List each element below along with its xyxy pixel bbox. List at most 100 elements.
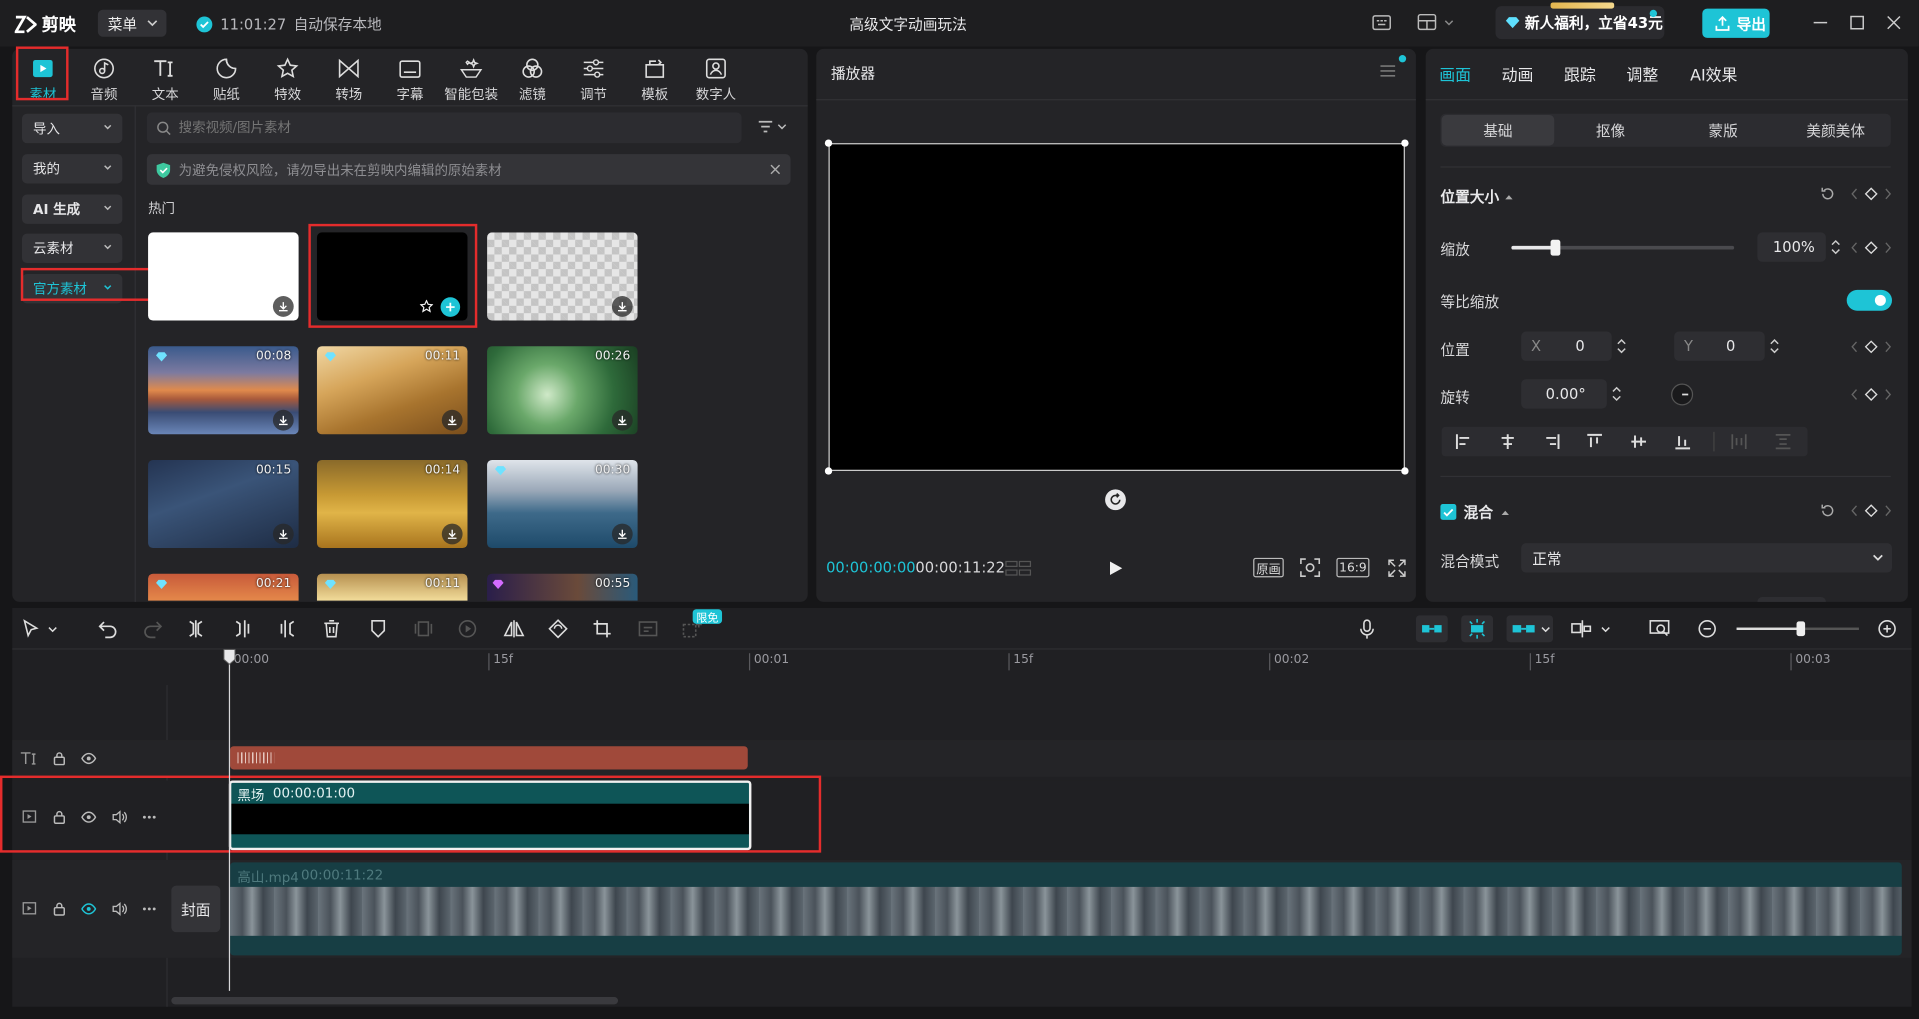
rotate-clip-icon[interactable] [547, 618, 569, 640]
trim-right-icon[interactable] [279, 618, 296, 640]
thumbnail-white[interactable] [148, 232, 299, 321]
timeline-scrollbar[interactable] [171, 996, 619, 1005]
keyframe-nav-icon[interactable] [1850, 241, 1892, 255]
sidebar-item-cloud[interactable]: 云素材 [22, 233, 123, 264]
align-center-v-icon[interactable] [1630, 433, 1647, 450]
reverse-play-icon[interactable] [458, 618, 478, 640]
thumbnail-transparent[interactable] [487, 232, 638, 321]
fit-screen-icon[interactable] [1300, 558, 1321, 578]
trim-left-icon[interactable] [234, 618, 251, 640]
main-track-magnet-button[interactable] [1415, 615, 1448, 643]
thumbnail-earth[interactable]: 00:55 [487, 573, 638, 601]
play-icon[interactable] [1109, 560, 1124, 576]
download-icon[interactable] [611, 296, 633, 317]
thumbnail-autumn[interactable]: 00:14 [316, 459, 468, 549]
frame-grid-icon[interactable] [1005, 560, 1032, 576]
download-icon[interactable] [611, 523, 633, 545]
lock-icon[interactable] [53, 902, 66, 917]
tool-effects[interactable]: 特效 [261, 51, 315, 105]
uniform-scale-toggle[interactable] [1846, 289, 1892, 311]
align-left-icon[interactable] [1455, 433, 1472, 450]
download-icon[interactable] [611, 409, 633, 431]
tab-adjust[interactable]: 调整 [1626, 62, 1658, 85]
playhead[interactable] [228, 649, 231, 991]
thumbnail-dusk[interactable]: 00:21 [148, 573, 299, 601]
close-icon[interactable] [1886, 15, 1902, 31]
tool-subtitle[interactable]: 字幕 [383, 51, 437, 105]
position-y-input[interactable]: Y 0 [1674, 331, 1765, 361]
thumbnail-black[interactable] [316, 232, 468, 321]
eye-icon[interactable] [81, 811, 97, 823]
maximize-icon[interactable] [1849, 15, 1865, 31]
tool-digital-human[interactable]: 数字人 [689, 51, 743, 105]
delete-icon[interactable] [323, 618, 340, 640]
thumbnail-forest[interactable]: 00:26 [487, 346, 638, 435]
add-icon[interactable] [440, 297, 461, 317]
rotate-icon[interactable] [1105, 489, 1126, 511]
reset-icon[interactable] [1820, 186, 1836, 202]
thumbnail-sun[interactable]: 00:11 [316, 573, 468, 601]
download-icon[interactable] [272, 409, 294, 431]
menu-lines-icon[interactable] [1379, 64, 1396, 79]
mirror-icon[interactable] [503, 618, 525, 640]
distribute-h-icon[interactable] [1730, 433, 1747, 450]
keyframe-nav-icon[interactable] [1850, 504, 1892, 518]
zoom-out-icon[interactable] [1697, 618, 1717, 640]
eye-icon[interactable] [81, 903, 97, 915]
download-icon[interactable] [441, 523, 463, 545]
tab-ai-effects[interactable]: AI效果 [1690, 62, 1737, 85]
fullscreen-icon[interactable] [1388, 559, 1406, 577]
thumbnail-wheat[interactable]: 00:11 [316, 346, 468, 435]
lock-icon[interactable] [53, 810, 66, 825]
align-center-h-icon[interactable] [1499, 433, 1516, 450]
split-icon[interactable] [187, 618, 204, 640]
rotation-dial-icon[interactable] [1670, 383, 1694, 406]
tool-audio[interactable]: 音频 [77, 51, 131, 105]
sidebar-item-official[interactable]: 官方素材 [22, 274, 123, 304]
undo-icon[interactable] [98, 618, 118, 640]
sidebar-item-ai-generate[interactable]: AI 生成 [22, 194, 123, 224]
cover-button[interactable]: 封面 [171, 885, 221, 933]
close-icon[interactable] [770, 164, 781, 175]
linkage-button[interactable] [1506, 615, 1554, 643]
section-position-size[interactable]: 位置大小 [1440, 186, 1513, 207]
zoom-slider[interactable] [1736, 621, 1859, 637]
stepper-icon[interactable] [1767, 335, 1782, 357]
zoom-slider-handle[interactable] [1796, 621, 1806, 637]
marker-icon[interactable] [370, 618, 387, 640]
zoom-fit-icon[interactable] [1648, 618, 1670, 640]
freeze-frame-icon[interactable] [414, 618, 434, 640]
speaker-icon[interactable] [111, 810, 127, 825]
tool-template[interactable]: 模板 [628, 51, 682, 105]
stepper-icon[interactable] [1828, 236, 1843, 258]
align-right-icon[interactable] [1543, 433, 1560, 450]
auto-snap-button[interactable] [1461, 615, 1494, 643]
section-blend[interactable]: 混合 [1440, 502, 1510, 523]
preview-canvas[interactable] [824, 139, 1409, 475]
search-input[interactable] [178, 119, 718, 136]
reset-icon[interactable] [1820, 503, 1836, 519]
scale-input[interactable]: 100% [1757, 232, 1826, 262]
resize-handle[interactable] [1401, 467, 1409, 475]
tool-text[interactable]: 文本 [138, 51, 192, 105]
resize-handle[interactable] [824, 139, 833, 147]
crop-icon[interactable] [592, 618, 612, 640]
speaker-icon[interactable] [111, 901, 127, 917]
position-x-input[interactable]: X 0 [1521, 331, 1612, 361]
blend-mode-select[interactable]: 正常 [1521, 543, 1892, 573]
black-clip[interactable]: 黑场 00:00:01:00 [228, 780, 752, 851]
zoom-in-icon[interactable] [1877, 618, 1897, 640]
tool-sticker[interactable]: 贴纸 [199, 51, 253, 105]
tool-transition[interactable]: 转场 [322, 51, 376, 105]
keyframe-nav-icon[interactable] [1850, 388, 1892, 401]
tool-media[interactable]: 素材 [16, 51, 70, 105]
resize-handle[interactable] [824, 467, 833, 475]
text-clip[interactable] [230, 746, 748, 770]
smart-crop-icon[interactable] [638, 618, 659, 640]
shortcut-keyboard-icon[interactable] [1372, 15, 1392, 31]
star-icon[interactable] [419, 299, 434, 313]
download-icon[interactable] [272, 523, 294, 545]
align-top-icon[interactable] [1586, 433, 1603, 450]
scale-slider[interactable] [1511, 239, 1735, 256]
redo-icon[interactable] [143, 618, 163, 640]
